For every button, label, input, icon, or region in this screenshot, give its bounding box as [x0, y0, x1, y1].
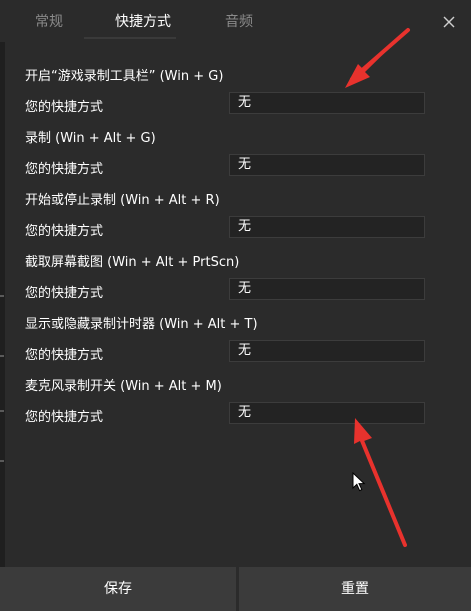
- save-button[interactable]: 保存: [0, 567, 236, 611]
- game-bar-settings-window: 常规 快捷方式 音频 开启“游戏录制工具栏” (Win + G) 您的快捷方式 …: [0, 0, 471, 611]
- shortcut-title-record: 录制 (Win + Alt + G): [25, 131, 156, 146]
- close-button[interactable]: [440, 13, 458, 31]
- tab-audio[interactable]: 音频: [225, 11, 253, 31]
- shortcut-label: 您的快捷方式: [25, 286, 104, 301]
- left-edge-strip: [0, 40, 5, 570]
- shortcut-label: 您的快捷方式: [25, 410, 104, 425]
- edge-mark: [0, 460, 4, 462]
- shortcut-input-microphone[interactable]: 无: [229, 402, 425, 424]
- shortcut-input-start-stop[interactable]: 无: [229, 216, 425, 238]
- shortcut-input-screenshot[interactable]: 无: [229, 278, 425, 300]
- shortcut-label: 您的快捷方式: [25, 162, 104, 177]
- edge-mark: [0, 355, 4, 357]
- shortcut-title-toolbar: 开启“游戏录制工具栏” (Win + G): [25, 69, 224, 84]
- shortcut-label: 您的快捷方式: [25, 224, 104, 239]
- tab-bar: 常规 快捷方式 音频: [0, 0, 471, 42]
- shortcut-input-record[interactable]: 无: [229, 154, 425, 176]
- tab-shortcuts[interactable]: 快捷方式: [115, 11, 171, 31]
- close-icon: [443, 16, 455, 28]
- mouse-pointer-icon: [352, 472, 366, 492]
- shortcut-input-toolbar[interactable]: 无: [229, 92, 425, 114]
- tab-general[interactable]: 常规: [35, 11, 63, 31]
- active-tab-indicator: [84, 37, 176, 39]
- shortcut-title-start-stop: 开始或停止录制 (Win + Alt + R): [25, 193, 220, 208]
- shortcut-label: 您的快捷方式: [25, 348, 104, 363]
- shortcut-title-timer: 显示或隐藏录制计时器 (Win + Alt + T): [25, 317, 258, 332]
- shortcut-label: 您的快捷方式: [25, 100, 104, 115]
- shortcut-title-microphone: 麦克风录制开关 (Win + Alt + M): [25, 379, 222, 394]
- shortcut-title-screenshot: 截取屏幕截图 (Win + Alt + PrtScn): [25, 255, 240, 270]
- shortcut-input-timer[interactable]: 无: [229, 340, 425, 362]
- edge-mark: [0, 295, 4, 297]
- edge-mark: [0, 410, 4, 412]
- reset-button[interactable]: 重置: [239, 567, 471, 611]
